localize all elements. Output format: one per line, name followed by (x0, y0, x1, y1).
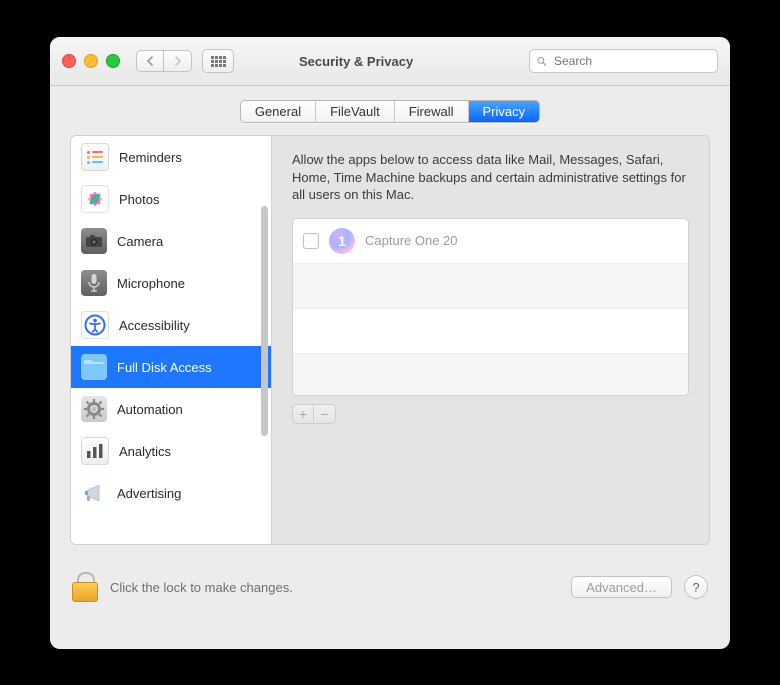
sidebar-item-label: Photos (119, 192, 159, 207)
sidebar-item-advertising[interactable]: Advertising (71, 472, 271, 514)
sidebar-item-label: Full Disk Access (117, 360, 212, 375)
reminders-icon (81, 143, 109, 171)
add-remove-controls: + − (292, 404, 689, 424)
sidebar-item-camera[interactable]: Camera (71, 220, 271, 262)
photos-icon (81, 185, 109, 213)
privacy-category-sidebar: Reminders Photos Camera (71, 136, 272, 544)
tab-privacy[interactable]: Privacy (469, 101, 540, 122)
sidebar-item-label: Automation (117, 402, 183, 417)
gear-icon (81, 396, 107, 422)
app-row-empty (293, 264, 688, 309)
sidebar-item-label: Camera (117, 234, 163, 249)
app-list: 1 Capture One 20 (292, 218, 689, 396)
sidebar-item-automation[interactable]: Automation (71, 388, 271, 430)
folder-icon (81, 354, 107, 380)
tab-firewall[interactable]: Firewall (395, 101, 469, 122)
sidebar-item-label: Reminders (119, 150, 182, 165)
microphone-icon (81, 270, 107, 296)
sidebar-item-label: Accessibility (119, 318, 190, 333)
nav-back-forward (136, 50, 192, 72)
app-name: Capture One 20 (365, 233, 458, 248)
zoom-window-button[interactable] (106, 54, 120, 68)
tab-filevault[interactable]: FileVault (316, 101, 395, 122)
megaphone-icon (81, 480, 107, 506)
bar-chart-icon (81, 437, 109, 465)
app-row[interactable]: 1 Capture One 20 (293, 219, 688, 264)
show-all-button[interactable] (202, 49, 234, 73)
window-toolbar: Security & Privacy (50, 37, 730, 86)
search-field[interactable] (529, 49, 718, 73)
forward-button[interactable] (164, 50, 192, 72)
search-icon (536, 55, 547, 67)
sidebar-item-microphone[interactable]: Microphone (71, 262, 271, 304)
category-detail-pane: Allow the apps below to access data like… (272, 136, 709, 544)
lock-hint-text: Click the lock to make changes. (110, 580, 293, 595)
advanced-button[interactable]: Advanced… (571, 576, 672, 598)
sidebar-scrollbar[interactable] (261, 206, 268, 436)
category-description: Allow the apps below to access data like… (292, 151, 689, 204)
window-title: Security & Privacy (299, 54, 413, 69)
privacy-panel: Reminders Photos Camera (70, 135, 710, 545)
sidebar-item-analytics[interactable]: Analytics (71, 430, 271, 472)
accessibility-icon (81, 311, 109, 339)
add-app-button[interactable]: + (292, 404, 314, 424)
security-privacy-window: Security & Privacy General FileVault Fir… (50, 37, 730, 649)
camera-icon (81, 228, 107, 254)
app-icon: 1 (329, 228, 355, 254)
help-button[interactable]: ? (684, 575, 708, 599)
tab-general[interactable]: General (241, 101, 316, 122)
sidebar-item-photos[interactable]: Photos (71, 178, 271, 220)
app-row-empty (293, 309, 688, 354)
sidebar-item-reminders[interactable]: Reminders (71, 136, 271, 178)
tab-bar: General FileVault Firewall Privacy (50, 86, 730, 135)
sidebar-item-label: Advertising (117, 486, 181, 501)
search-input[interactable] (552, 53, 711, 69)
app-row-empty (293, 354, 688, 396)
window-footer: Click the lock to make changes. Advanced… (50, 557, 730, 617)
app-checkbox[interactable] (303, 233, 319, 249)
sidebar-item-accessibility[interactable]: Accessibility (71, 304, 271, 346)
minimize-window-button[interactable] (84, 54, 98, 68)
close-window-button[interactable] (62, 54, 76, 68)
sidebar-item-label: Microphone (117, 276, 185, 291)
lock-icon[interactable] (72, 572, 98, 602)
sidebar-item-full-disk-access[interactable]: Full Disk Access (71, 346, 271, 388)
sidebar-item-label: Analytics (119, 444, 171, 459)
remove-app-button[interactable]: − (314, 404, 336, 424)
traffic-lights (62, 54, 120, 68)
back-button[interactable] (136, 50, 164, 72)
